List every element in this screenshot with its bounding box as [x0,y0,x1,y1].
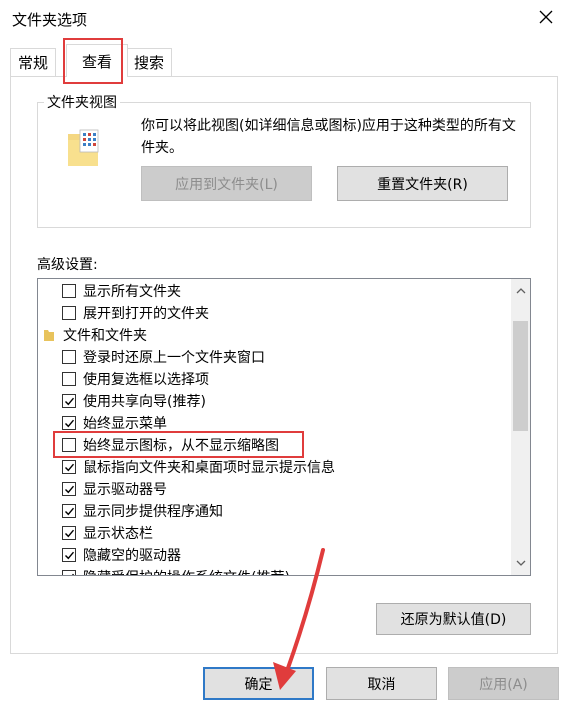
checkmark-icon [64,397,74,405]
list-item[interactable]: 使用复选框以选择项 [62,368,209,390]
checkmark-icon [64,507,74,515]
list-item[interactable]: 显示所有文件夹 [62,280,181,302]
list-item[interactable]: 隐藏空的驱动器 [62,544,181,566]
reset-folders-button[interactable]: 重置文件夹(R) [337,166,508,201]
folder-views-label: 文件夹视图 [44,92,120,112]
folder-views-description: 你可以将此视图(如详细信息或图标)应用于这种类型的所有文件夹。 [141,118,516,156]
checkmark-icon [64,551,74,559]
list-item-label: 鼠标指向文件夹和桌面项时显示提示信息 [83,460,335,476]
close-button[interactable] [528,0,564,34]
list-item[interactable]: 显示同步提供程序通知 [62,500,223,522]
restore-defaults-button[interactable]: 还原为默认值(D) [376,603,531,635]
view-tab-annotation-box [63,38,123,84]
list-item[interactable]: 显示状态栏 [62,522,153,544]
close-icon [539,10,553,24]
checkbox[interactable] [62,416,76,430]
advanced-settings-list[interactable]: 显示所有文件夹 展开到打开的文件夹 文件和文件夹 登录时还原上一个文件夹窗口 使… [37,278,531,576]
checkmark-icon [64,529,74,537]
tab-general[interactable]: 常规 [10,48,56,76]
checkbox[interactable] [62,394,76,408]
window-title: 文件夹选项 [12,11,88,29]
checkbox[interactable] [62,306,76,320]
list-item-label: 展开到打开的文件夹 [83,306,209,322]
apply-button[interactable]: 应用(A) [448,667,559,700]
checkmark-icon [70,573,74,575]
chevron-up-icon [516,288,525,294]
folder-icon [44,330,54,341]
list-group-header: 文件和文件夹 [44,324,147,346]
checkbox[interactable] [62,526,76,540]
checkbox[interactable] [62,548,76,562]
checkbox[interactable] [62,460,76,474]
vertical-scrollbar[interactable] [511,279,530,575]
list-item-label: 隐藏空的驱动器 [83,548,181,564]
scroll-up-button[interactable] [511,281,530,301]
list-item-label: 隐藏受保护的操作系统文件(推荐) [83,567,290,575]
list-group-label: 文件和文件夹 [63,328,147,344]
list-item[interactable]: 使用共享向导(推荐) [62,390,206,412]
checkbox[interactable] [62,372,76,386]
list-item[interactable]: 展开到打开的文件夹 [62,302,209,324]
list-item[interactable]: 显示驱动器号 [62,478,167,500]
always-show-icons-annotation-box [53,431,304,458]
list-item-label: 使用复选框以选择项 [83,372,209,388]
list-item-label: 显示驱动器号 [83,482,167,498]
checkmark-icon [64,485,74,493]
list-item-label: 登录时还原上一个文件夹窗口 [83,350,265,366]
list-item[interactable]: 鼠标指向文件夹和桌面项时显示提示信息 [62,456,335,478]
checkbox[interactable] [62,482,76,496]
cancel-button[interactable]: 取消 [326,667,437,700]
checkbox[interactable] [62,350,76,364]
apply-to-folders-button[interactable]: 应用到文件夹(L) [141,166,312,201]
tab-search[interactable]: 搜索 [126,48,172,76]
scroll-thumb[interactable] [513,321,528,431]
checkmark-icon [64,419,74,427]
list-item-label: 显示所有文件夹 [83,284,181,300]
chevron-down-icon [516,560,525,566]
list-item-label: 使用共享向导(推荐) [83,394,206,410]
advanced-settings-label: 高级设置: [37,257,98,273]
checkbox[interactable] [62,284,76,298]
folder-view-icon [68,129,99,166]
list-item-label: 显示同步提供程序通知 [83,504,223,520]
checkmark-icon [64,463,74,471]
list-item-label: 始终显示菜单 [83,416,167,432]
list-item-label: 显示状态栏 [83,526,153,542]
checkbox[interactable] [62,570,76,575]
list-item[interactable]: 隐藏受保护的操作系统文件(推荐) [62,566,290,575]
checkbox[interactable] [62,504,76,518]
ok-button[interactable]: 确定 [203,667,314,700]
list-item[interactable]: 登录时还原上一个文件夹窗口 [62,346,265,368]
scroll-down-button[interactable] [511,553,530,573]
